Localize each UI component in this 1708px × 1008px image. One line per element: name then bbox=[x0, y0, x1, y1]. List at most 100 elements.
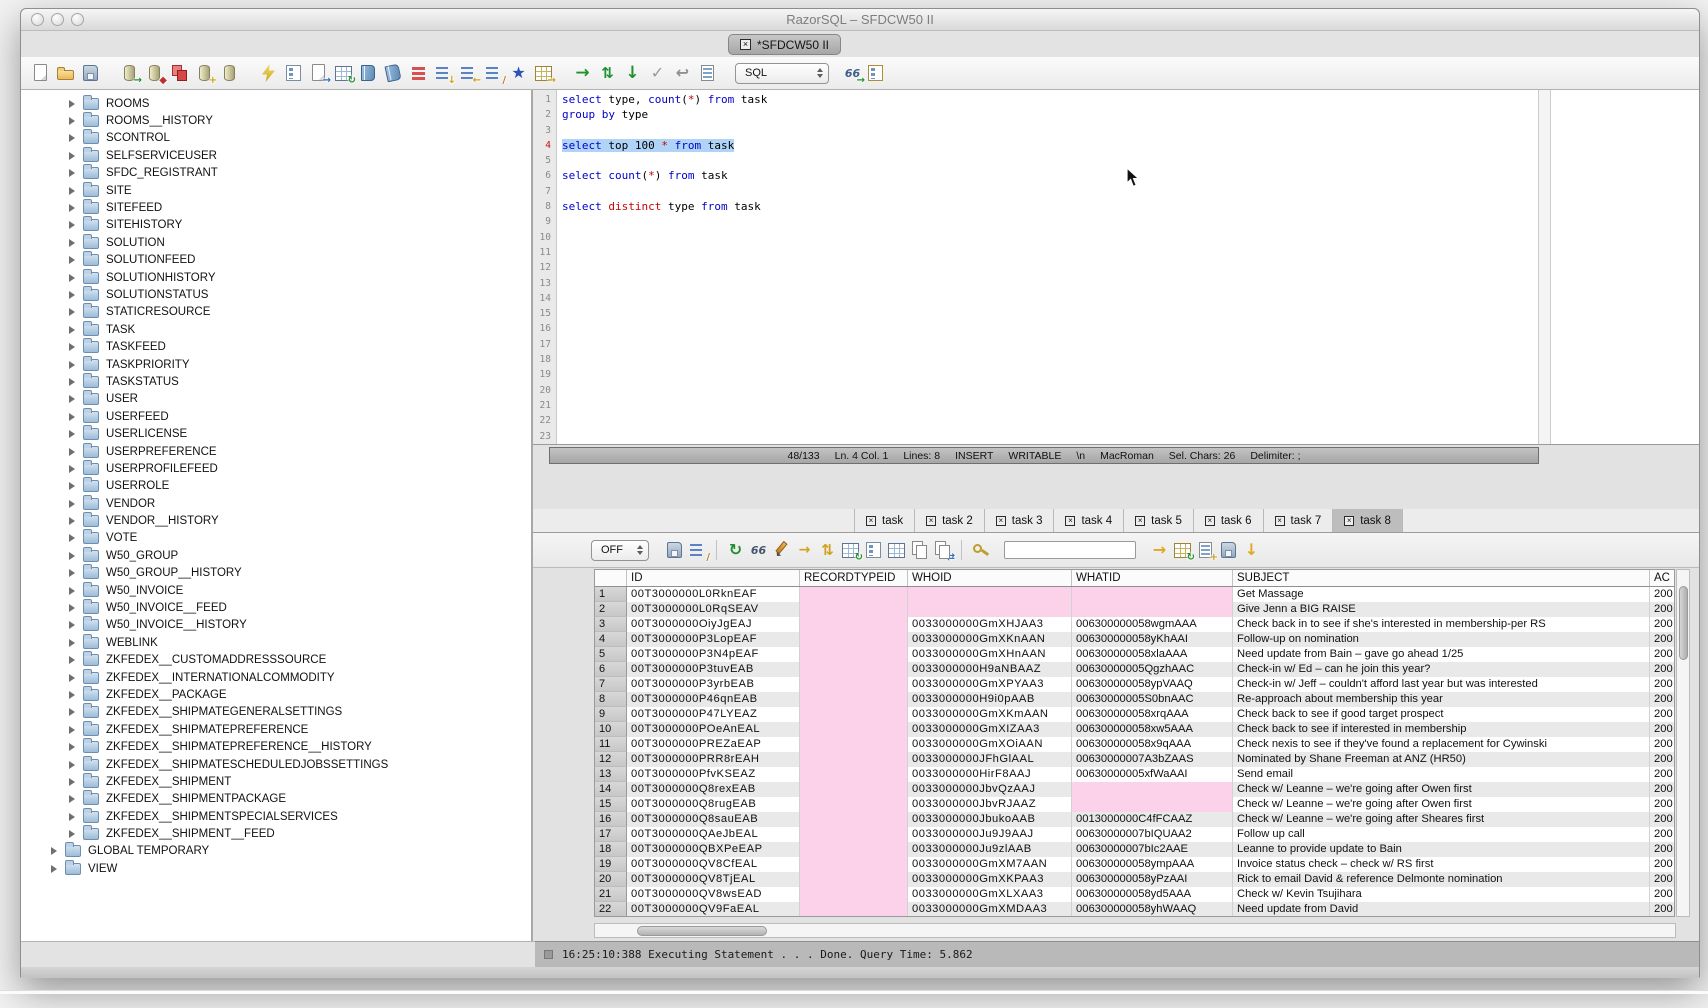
table-row[interactable]: 1800T3000000QBXPeEAP0033000000Ju9zlAAB00… bbox=[595, 842, 1674, 857]
sidebar-item-zkfedex-package[interactable]: ZKFEDEX__PACKAGE bbox=[21, 686, 531, 703]
sidebar-item-w50-invoice-feed[interactable]: W50_INVOICE__FEED bbox=[21, 599, 531, 616]
row-number-cell[interactable]: 5 bbox=[595, 647, 627, 662]
edit-sql-icon[interactable]: / bbox=[483, 62, 504, 84]
sidebar-item-rooms-history[interactable]: ROOMS__HISTORY bbox=[21, 112, 531, 129]
fetch-more-icon[interactable]: ↓ bbox=[1241, 539, 1262, 561]
code-line[interactable] bbox=[562, 352, 1699, 367]
copy-icon[interactable] bbox=[169, 62, 190, 84]
sidebar-item-zkfedex-shipmentpackage[interactable]: ZKFEDEX__SHIPMENTPACKAGE bbox=[21, 791, 531, 808]
results-list-icon[interactable] bbox=[865, 62, 886, 84]
sort-rows-icon[interactable]: ⇅ bbox=[817, 539, 838, 561]
copy-table-icon[interactable]: ⇄ bbox=[932, 539, 953, 561]
primary-keys-icon[interactable] bbox=[970, 539, 991, 561]
commit-check-icon[interactable]: ✓ bbox=[647, 62, 668, 84]
row-number-cell[interactable]: 21 bbox=[595, 887, 627, 902]
disclosure-triangle-icon[interactable] bbox=[69, 465, 75, 473]
code-line[interactable] bbox=[562, 383, 1699, 398]
sidebar-item-w50-group[interactable]: W50_GROUP bbox=[21, 547, 531, 564]
sort-ascending-icon[interactable]: ↓ bbox=[433, 62, 454, 84]
view-results-icon[interactable]: 66→ bbox=[842, 62, 863, 84]
disclosure-triangle-icon[interactable] bbox=[69, 674, 75, 682]
sidebar-item-scontrol[interactable]: SCONTROL bbox=[21, 130, 531, 147]
results-tab-task-5[interactable]: ×task 5 bbox=[1124, 509, 1194, 532]
results-tab-task-8[interactable]: ×task 8 bbox=[1333, 509, 1403, 532]
sidebar-item-view[interactable]: VIEW bbox=[21, 860, 531, 877]
row-number-cell[interactable]: 17 bbox=[595, 827, 627, 842]
disclosure-triangle-icon[interactable] bbox=[69, 639, 75, 647]
sidebar-item-zkfedex-shipment-feed[interactable]: ZKFEDEX__SHIPMENT__FEED bbox=[21, 825, 531, 842]
sql-editor[interactable]: 1234567891011121314151617181920212223 se… bbox=[533, 90, 1699, 445]
row-number-cell[interactable]: 20 bbox=[595, 872, 627, 887]
code-line[interactable]: select type, count(*) from task bbox=[562, 92, 1699, 107]
table-row[interactable]: 800T3000000P46qnEAB0033000000H9i0pAAB006… bbox=[595, 692, 1674, 707]
disconnect-database-icon[interactable]: ◆ bbox=[144, 62, 165, 84]
table-row[interactable]: 1700T3000000QAeJbEAL0033000000Ju9J9AAJ00… bbox=[595, 827, 1674, 842]
table-row[interactable]: 1900T3000000QV8CfEAL0033000000GmXM7AAN00… bbox=[595, 857, 1674, 872]
minimize-window-button[interactable] bbox=[51, 13, 64, 26]
sidebar-item-zkfedex-shipmategeneralsettings[interactable]: ZKFEDEX__SHIPMATEGENERALSETTINGS bbox=[21, 704, 531, 721]
sidebar-item-taskfeed[interactable]: TASKFEED bbox=[21, 338, 531, 355]
switch-connection-icon[interactable]: ⇅ bbox=[597, 62, 618, 84]
code-line[interactable] bbox=[562, 413, 1699, 428]
disclosure-triangle-icon[interactable] bbox=[69, 378, 75, 386]
code-line[interactable] bbox=[562, 398, 1699, 413]
sidebar-item-zkfedex-shipmatescheduledjobssettings[interactable]: ZKFEDEX__SHIPMATESCHEDULEDJOBSSETTINGS bbox=[21, 756, 531, 773]
sidebar-item-vote[interactable]: VOTE bbox=[21, 530, 531, 547]
table-row[interactable]: 1200T3000000PRR8rEAH0033000000JFhGlAAL00… bbox=[595, 752, 1674, 767]
table-row[interactable]: 1100T3000000PREZaEAP0033000000GmXOiAAN00… bbox=[595, 737, 1674, 752]
code-line[interactable] bbox=[562, 306, 1699, 321]
sidebar-item-weblink[interactable]: WEBLINK bbox=[21, 634, 531, 651]
disclosure-triangle-icon[interactable] bbox=[69, 604, 75, 612]
code-line[interactable] bbox=[562, 123, 1699, 138]
table-row[interactable]: 2100T3000000QV8wsEAD0033000000GmXLXAA300… bbox=[595, 887, 1674, 902]
save-file-icon[interactable] bbox=[80, 62, 101, 84]
row-number-cell[interactable]: 6 bbox=[595, 662, 627, 677]
code-line[interactable] bbox=[562, 291, 1699, 306]
disclosure-triangle-icon[interactable] bbox=[69, 430, 75, 438]
disclosure-triangle-icon[interactable] bbox=[69, 761, 75, 769]
table-row[interactable]: 200T3000000L0RqSEAVGive Jenn a BIG RAISE… bbox=[595, 602, 1674, 617]
close-tab-icon[interactable]: × bbox=[926, 516, 936, 526]
disclosure-triangle-icon[interactable] bbox=[69, 221, 75, 229]
row-limit-select[interactable]: OFF bbox=[591, 540, 649, 561]
code-line[interactable] bbox=[562, 214, 1699, 229]
execute-statement-icon[interactable]: → bbox=[572, 62, 593, 84]
disclosure-triangle-icon[interactable] bbox=[69, 795, 75, 803]
describe-table-icon[interactable] bbox=[283, 62, 304, 84]
results-tab-task-3[interactable]: ×task 3 bbox=[985, 509, 1055, 532]
close-document-icon[interactable]: × bbox=[740, 39, 751, 50]
sidebar-item-sitehistory[interactable]: SITEHISTORY bbox=[21, 217, 531, 234]
code-line[interactable] bbox=[562, 429, 1699, 444]
code-line[interactable]: select top 100 * from task bbox=[562, 138, 1699, 153]
sidebar-item-solutionfeed[interactable]: SOLUTIONFEED bbox=[21, 252, 531, 269]
disclosure-triangle-icon[interactable] bbox=[69, 691, 75, 699]
sidebar-item-solutionstatus[interactable]: SOLUTIONSTATUS bbox=[21, 286, 531, 303]
favorites-star-icon[interactable]: ★ bbox=[508, 62, 529, 84]
sidebar-item-userfeed[interactable]: USERFEED bbox=[21, 408, 531, 425]
code-line[interactable] bbox=[562, 276, 1699, 291]
rollback-undo-icon[interactable]: ↩ bbox=[672, 62, 693, 84]
export-results-icon[interactable]: ↻ bbox=[1172, 539, 1193, 561]
table-row[interactable]: 1500T3000000Q8rugEAB0033000000JbvRJAAZCh… bbox=[595, 797, 1674, 812]
disclosure-triangle-icon[interactable] bbox=[69, 361, 75, 369]
table-row[interactable]: 300T3000000OiyJgEAJ0033000000GmXHJAA3006… bbox=[595, 617, 1674, 632]
table-row[interactable]: 2200T3000000QV9FaEAL0033000000GmXMDAA300… bbox=[595, 902, 1674, 917]
disclosure-triangle-icon[interactable] bbox=[69, 204, 75, 212]
row-number-cell[interactable]: 12 bbox=[595, 752, 627, 767]
horizontal-scroll-thumb[interactable] bbox=[637, 926, 767, 936]
close-tab-icon[interactable]: × bbox=[1344, 516, 1354, 526]
sql-code-area[interactable]: select type, count(*) from taskgroup by … bbox=[557, 90, 1699, 444]
disclosure-triangle-icon[interactable] bbox=[69, 778, 75, 786]
save-grid-icon[interactable] bbox=[1218, 539, 1239, 561]
zoom-window-button[interactable] bbox=[71, 13, 84, 26]
disclosure-triangle-icon[interactable] bbox=[69, 326, 75, 334]
copy-results-icon[interactable] bbox=[909, 539, 930, 561]
table-row[interactable]: 700T3000000P3yrbEAB0033000000GmXPYAA3006… bbox=[595, 677, 1674, 692]
disclosure-triangle-icon[interactable] bbox=[69, 517, 75, 525]
sidebar-item-zkfedex-shipment[interactable]: ZKFEDEX__SHIPMENT bbox=[21, 773, 531, 790]
disclosure-triangle-icon[interactable] bbox=[69, 308, 75, 316]
row-number-cell[interactable]: 16 bbox=[595, 812, 627, 827]
vertical-scroll-thumb[interactable] bbox=[1679, 586, 1688, 660]
disclosure-triangle-icon[interactable] bbox=[69, 500, 75, 508]
new-file-icon[interactable] bbox=[30, 62, 51, 84]
